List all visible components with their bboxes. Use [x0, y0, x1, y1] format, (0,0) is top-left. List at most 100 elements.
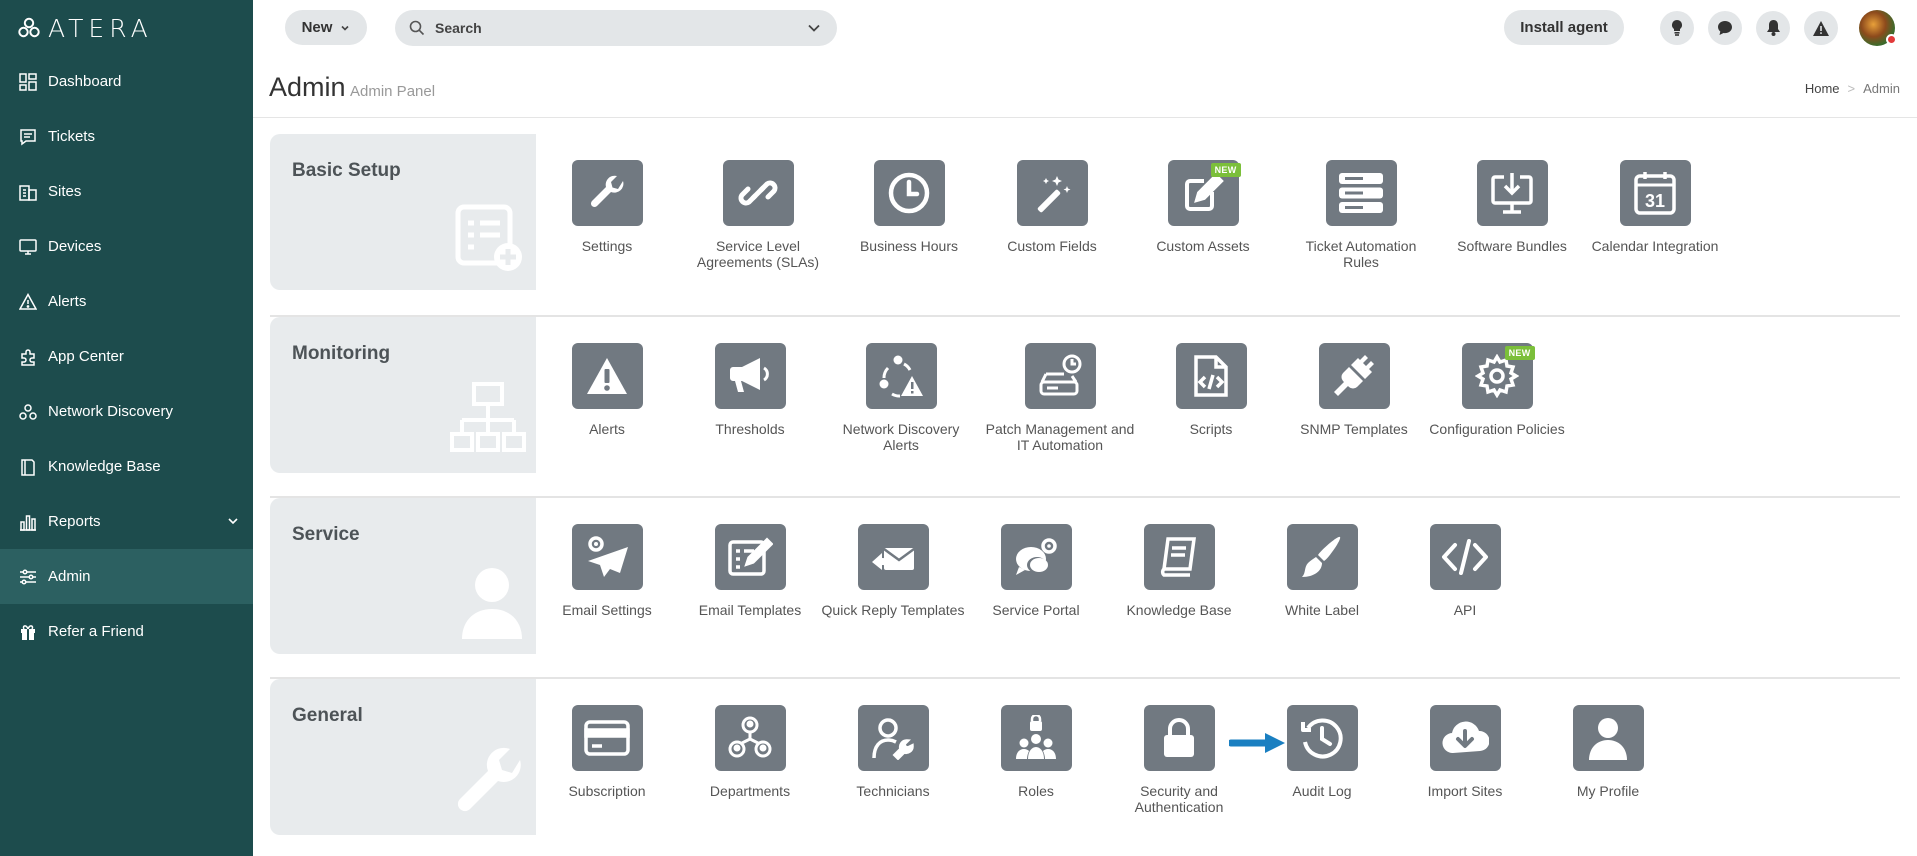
megaphone-icon — [714, 343, 786, 409]
section-panel: Service — [270, 498, 536, 654]
reports-icon — [18, 512, 38, 532]
knowledge-base-icon — [18, 457, 38, 477]
tile-service-level-agreements[interactable]: Service Level Agreements (SLAs) — [683, 160, 833, 270]
tile-patch-management[interactable]: Patch Management and IT Automation — [985, 343, 1135, 453]
tile-snmp-templates[interactable]: SNMP Templates — [1279, 343, 1429, 437]
install-agent-label: Install agent — [1520, 19, 1608, 36]
section-monitoring: Monitoring Alerts Thresholds Network Dis… — [270, 317, 1900, 473]
tile-label: Network Discovery Alerts — [842, 421, 960, 453]
tile-scripts[interactable]: Scripts — [1136, 343, 1286, 437]
sidebar-item-refer-a-friend[interactable]: Refer a Friend — [0, 604, 253, 659]
sidebar-item-devices[interactable]: Devices — [0, 219, 253, 274]
tile-label: Calendar Integration — [1591, 238, 1719, 254]
clock-icon — [873, 160, 945, 226]
sidebar-item-knowledge-base[interactable]: Knowledge Base — [0, 439, 253, 494]
section-panel: Monitoring — [270, 317, 536, 473]
chevron-down-icon — [341, 25, 349, 31]
tile-label: Quick Reply Templates — [821, 602, 965, 618]
tile-subscription[interactable]: Subscription — [532, 705, 682, 799]
calendar-day: 31 — [1645, 191, 1665, 211]
tile-email-templates[interactable]: Email Templates — [675, 524, 825, 618]
dashboard-icon — [18, 72, 38, 92]
install-agent-button[interactable]: Install agent — [1504, 10, 1624, 45]
tile-ticket-automation-rules[interactable]: Ticket Automation Rules — [1286, 160, 1436, 270]
sidebar-item-dashboard[interactable]: Dashboard — [0, 54, 253, 109]
roles-icon — [1000, 705, 1072, 771]
breadcrumb-home[interactable]: Home — [1805, 81, 1840, 96]
gear-icon: NEW — [1461, 343, 1535, 409]
sidebar-item-reports[interactable]: Reports — [0, 494, 253, 549]
tile-label: Custom Assets — [1156, 238, 1250, 254]
chevron-down-icon[interactable] — [807, 21, 821, 40]
sidebar-item-tickets[interactable]: Tickets — [0, 109, 253, 164]
tile-import-sites[interactable]: Import Sites — [1390, 705, 1540, 799]
sidebar-item-sites[interactable]: Sites — [0, 164, 253, 219]
tile-api[interactable]: API — [1390, 524, 1540, 618]
sidebar-item-label: Tickets — [48, 128, 95, 145]
sidebar-item-network-discovery[interactable]: Network Discovery — [0, 384, 253, 439]
tile-technicians[interactable]: Technicians — [818, 705, 968, 799]
tile-label: SNMP Templates — [1300, 421, 1408, 437]
sidebar-item-alerts[interactable]: Alerts — [0, 274, 253, 329]
new-button[interactable]: New — [285, 10, 367, 45]
tile-calendar-integration[interactable]: 31 Calendar Integration — [1580, 160, 1730, 254]
code-icon — [1429, 524, 1501, 590]
tile-custom-fields[interactable]: Custom Fields — [977, 160, 1127, 254]
tile-departments[interactable]: Departments — [675, 705, 825, 799]
wrench-icon — [452, 746, 526, 825]
sidebar-item-admin[interactable]: Admin — [0, 549, 253, 604]
tile-alerts[interactable]: Alerts — [532, 343, 682, 437]
tile-business-hours[interactable]: Business Hours — [834, 160, 984, 254]
tile-knowledge-base[interactable]: Knowledge Base — [1104, 524, 1254, 618]
section-panel: Basic Setup — [270, 134, 536, 290]
tile-my-profile[interactable]: My Profile — [1533, 705, 1683, 799]
tile-label: Service Portal — [992, 602, 1080, 618]
server-stack-icon — [1325, 160, 1397, 226]
page-title: Admin — [269, 72, 346, 102]
tile-service-portal[interactable]: Service Portal — [961, 524, 1111, 618]
tile-label: Knowledge Base — [1126, 602, 1232, 618]
tile-network-discovery-alerts[interactable]: Network Discovery Alerts — [826, 343, 976, 453]
calendar-icon: 31 — [1619, 160, 1691, 226]
tile-roles[interactable]: Roles — [961, 705, 1111, 799]
reply-envelope-icon — [857, 524, 929, 590]
chevron-down-icon[interactable] — [227, 514, 239, 532]
tile-label: Roles — [1018, 783, 1054, 799]
tile-software-bundles[interactable]: Software Bundles — [1437, 160, 1587, 254]
sidebar-item-label: Reports — [48, 513, 101, 530]
sidebar-item-app-center[interactable]: App Center — [0, 329, 253, 384]
tile-label: Configuration Policies — [1429, 421, 1565, 437]
tile-quick-reply-templates[interactable]: Quick Reply Templates — [818, 524, 968, 618]
atera-logo[interactable]: ATERA — [18, 14, 153, 43]
section-basic-setup: Basic Setup Settings Service Level Agree… — [270, 134, 1900, 290]
tile-label: Audit Log — [1292, 783, 1352, 799]
tile-label: Patch Management and IT Automation — [985, 421, 1135, 453]
search-input[interactable]: Search — [395, 10, 837, 46]
wrench-icon — [571, 160, 643, 226]
sidebar-item-label: Devices — [48, 238, 102, 255]
chat-gear-icon — [1000, 524, 1072, 590]
tile-label: Settings — [581, 238, 633, 254]
sidebar-item-label: Dashboard — [48, 73, 122, 90]
download-screen-icon — [1476, 160, 1548, 226]
tile-configuration-policies[interactable]: NEW Configuration Policies — [1422, 343, 1572, 437]
lightbulb-icon[interactable] — [1660, 11, 1694, 45]
tile-email-settings[interactable]: Email Settings — [532, 524, 682, 618]
tile-label: Scripts — [1189, 421, 1233, 437]
tile-white-label[interactable]: White Label — [1247, 524, 1397, 618]
new-badge: NEW — [1504, 346, 1535, 360]
avatar[interactable] — [1859, 10, 1897, 46]
warning-icon[interactable] — [1804, 11, 1838, 45]
gift-icon — [18, 622, 38, 642]
tile-label: Ticket Automation Rules — [1305, 238, 1417, 270]
tile-label: Software Bundles — [1457, 238, 1567, 254]
tile-security-and-authentication[interactable]: Security and Authentication — [1104, 705, 1254, 815]
sidebar-item-label: Sites — [48, 183, 82, 200]
bell-icon[interactable] — [1756, 11, 1790, 45]
tile-settings[interactable]: Settings — [532, 160, 682, 254]
tile-custom-assets[interactable]: NEW Custom Assets — [1128, 160, 1278, 254]
lock-icon — [1143, 705, 1215, 771]
sidebar-item-label: Admin — [48, 568, 91, 585]
chat-icon[interactable] — [1708, 11, 1742, 45]
tile-thresholds[interactable]: Thresholds — [675, 343, 825, 437]
